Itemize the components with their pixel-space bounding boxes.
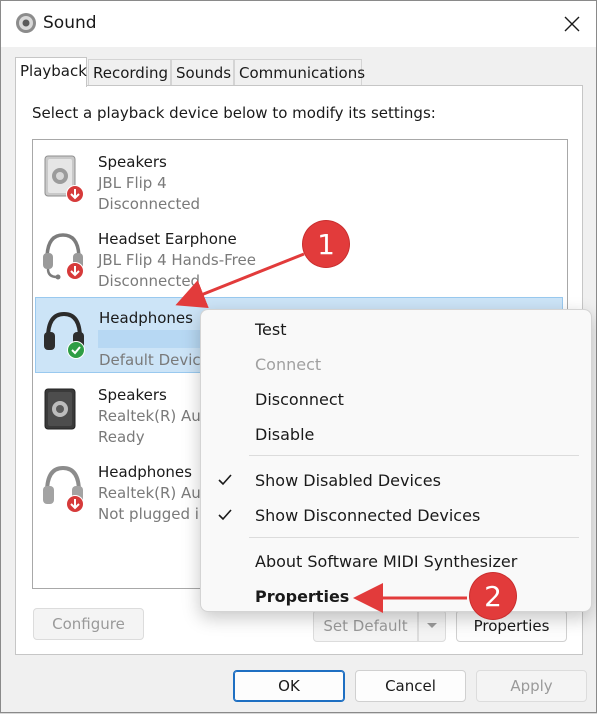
annotation-arrow-1 [175, 252, 305, 309]
callout-badge-1: 1 [303, 221, 349, 267]
callout-badge-2: 2 [470, 573, 516, 619]
sound-dialog: Sound Playback Recording Sounds Communic… [0, 0, 597, 713]
tab-playback[interactable]: Playback [15, 57, 87, 87]
